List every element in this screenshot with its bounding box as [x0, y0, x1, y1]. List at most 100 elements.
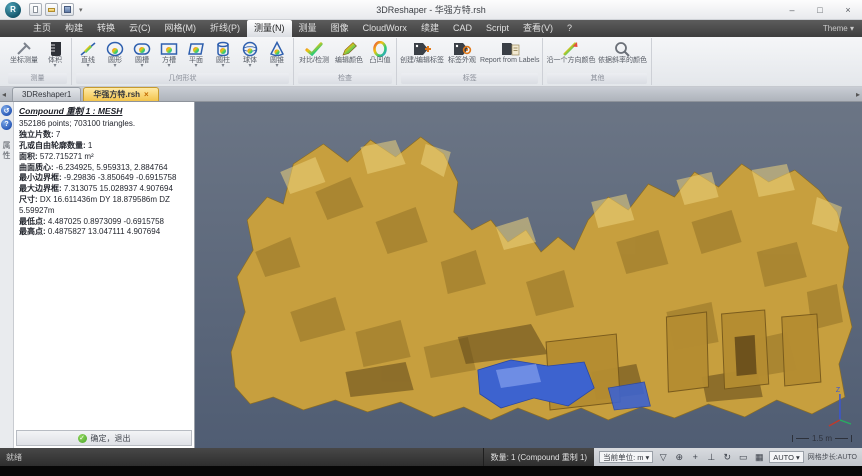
magnifier-icon [613, 40, 631, 57]
chevron-down-icon[interactable]: ▾ [275, 64, 278, 69]
select-rect-icon[interactable]: ▭ [737, 452, 749, 463]
tab-help[interactable]: ? [560, 20, 579, 37]
minimize-button[interactable]: – [778, 0, 806, 19]
chevron-down-icon[interactable]: ▾ [113, 64, 116, 69]
create-edit-label-button[interactable]: 创建/编辑标签 [400, 38, 444, 64]
tab-script[interactable]: Script [479, 20, 516, 37]
bottom-edge [0, 466, 862, 476]
prop-bbox-min: 最小边界框: -9.29836 -3.850649 -0.6915758 [19, 173, 189, 184]
chevron-down-icon: ▾ [646, 453, 650, 462]
tab-mesh[interactable]: 网格(M) [158, 20, 204, 37]
coordinate-measure-button[interactable]: 坐标测量 [7, 38, 41, 64]
tab-polyline[interactable]: 折线(P) [203, 20, 247, 37]
ribbon: 坐标测量 体积 ▾ 测量 [0, 37, 862, 87]
ribbon-tab-bar: 主页 构建 转换 云(C) 网格(M) 折线(P) 测量(N) 测量 图像 Cl… [0, 20, 862, 37]
qat-dropdown-icon[interactable]: ▾ [79, 6, 83, 14]
prop-free-contours: 孔或自由轮廓数量: 1 [19, 141, 189, 152]
doc-tab-active[interactable]: 华强方特.rsh × [83, 87, 158, 101]
doc-tabs-scroll-right-icon[interactable]: ▸ [856, 90, 860, 99]
tab-measure-active[interactable]: 测量(N) [247, 20, 292, 37]
doc-tabs-scroll-left-icon[interactable]: ◂ [2, 90, 6, 99]
app-logo-icon: R [5, 2, 21, 18]
axis-icon[interactable]: ⊥ [705, 452, 717, 463]
chevron-down-icon[interactable]: ▾ [167, 64, 170, 69]
confirm-exit-button[interactable]: ✓ 确定，退出 [16, 430, 192, 446]
chevron-down-icon[interactable]: ▾ [248, 64, 251, 69]
maximize-button[interactable]: □ [806, 0, 834, 19]
viewport-3d-model[interactable]: Z [195, 102, 862, 448]
plane-tool-button[interactable]: 平面 ▾ [183, 38, 209, 69]
line-tool-button[interactable]: 直线 ▾ [75, 38, 101, 69]
tab-home[interactable]: 主页 [26, 20, 58, 37]
title-bar: R ▾ 3DReshaper - 华强方特.rsh – □ × [0, 0, 862, 20]
confirm-exit-label: 确定，退出 [91, 433, 131, 444]
new-file-icon[interactable] [29, 3, 42, 16]
color-along-direction-button[interactable]: 沿一个方向颜色 [546, 38, 595, 64]
grid-icon[interactable]: ▦ [753, 452, 765, 463]
ribbon-group-labels: 创建/编辑标签 标签外观 [397, 38, 543, 85]
checkmark-icon [305, 40, 323, 57]
circular-slot-tool-button[interactable]: 圆槽 ▾ [129, 38, 155, 69]
units-dropdown[interactable]: 当前单位: m ▾ [599, 451, 653, 463]
group-title-other: 其他 [547, 73, 647, 84]
close-tab-icon[interactable]: × [144, 88, 149, 101]
color-by-slope-button[interactable]: 依据斜率的颜色 [596, 38, 648, 64]
sphere-tool-button[interactable]: 球体 ▾ [237, 38, 263, 69]
theme-selector[interactable]: Theme ▾ [823, 20, 854, 37]
chevron-down-icon[interactable]: ▾ [221, 64, 224, 69]
chevron-down-icon[interactable]: ▾ [140, 64, 143, 69]
label-appearance-button[interactable]: 标签外观 [445, 38, 479, 64]
tab-image[interactable]: 图像 [324, 20, 356, 37]
volume-beaker-icon [48, 40, 62, 57]
save-file-icon[interactable] [61, 3, 74, 16]
scale-bar: 1.5 m [792, 434, 852, 443]
chevron-down-icon[interactable]: ▾ [53, 64, 56, 69]
viewport-3d[interactable]: Z 1.5 m [195, 102, 862, 448]
properties-vertical-tab[interactable]: 属性 [1, 141, 12, 161]
edit-colors-button[interactable]: 编辑颜色 [332, 38, 366, 64]
auto-dropdown[interactable]: AUTO ▾ [769, 451, 803, 463]
status-tools: 当前单位: m ▾ ▽ ⊕ + ⊥ ↻ ▭ ▦ AUTO ▾ 网格步长:AUTO [594, 448, 862, 466]
probe-hammer-icon [15, 40, 33, 57]
tool-label: 对比/检测 [299, 57, 329, 64]
group-title-inspect: 检查 [298, 73, 392, 84]
doc-tab-untitled[interactable]: 3DReshaper1 [12, 87, 81, 101]
zoom-icon[interactable]: ⊕ [673, 452, 685, 463]
back-nav-icon[interactable]: ↺ [1, 105, 12, 116]
tab-transform[interactable]: 转换 [90, 20, 122, 37]
pan-icon[interactable]: + [689, 452, 701, 462]
cone-tool-button[interactable]: 圆锥 ▾ [264, 38, 290, 69]
prop-dimensions: 尺寸: DX 16.611436m DY 18.879586m DZ 5.599… [19, 195, 189, 217]
tag-gear-icon [452, 40, 472, 57]
group-title-labels: 标签 [401, 73, 538, 84]
axis-z-label: Z [836, 387, 841, 394]
compare-inspect-button[interactable]: 对比/检测 [297, 38, 331, 64]
tab-cloudworx[interactable]: CloudWorx [356, 20, 414, 37]
chevron-down-icon[interactable]: ▾ [86, 64, 89, 69]
sphere-icon [241, 40, 259, 57]
help-icon[interactable]: ? [1, 119, 12, 130]
mesh-doorway [735, 335, 757, 376]
scale-line [796, 438, 809, 439]
open-file-icon[interactable] [45, 3, 58, 16]
tab-construct[interactable]: 构建 [58, 20, 90, 37]
green-check-icon: ✓ [78, 434, 87, 443]
cylinder-tool-button[interactable]: 圆柱 ▾ [210, 38, 236, 69]
tab-cloud[interactable]: 云(C) [122, 20, 158, 37]
tab-survey[interactable]: 测量 [292, 20, 324, 37]
rotate-icon[interactable]: ↻ [721, 452, 733, 463]
report-from-labels-button[interactable]: Report from Labels [480, 38, 540, 64]
rect-slot-tool-button[interactable]: 方槽 ▾ [156, 38, 182, 69]
tab-view[interactable]: 查看(V) [516, 20, 560, 37]
filter-icon[interactable]: ▽ [657, 452, 669, 463]
prop-independent-pieces: 独立片数: 7 [19, 130, 189, 141]
tab-extra[interactable]: 续建 [414, 20, 446, 37]
volume-button[interactable]: 体积 ▾ [42, 38, 68, 69]
close-button[interactable]: × [834, 0, 862, 19]
undulation-button[interactable]: 凸凹值 [367, 38, 393, 64]
circle-tool-button[interactable]: 圆形 ▾ [102, 38, 128, 69]
tag-plus-icon [412, 40, 432, 57]
chevron-down-icon[interactable]: ▾ [194, 64, 197, 69]
prop-area: 面积: 572.715271 m² [19, 152, 189, 163]
tab-cad[interactable]: CAD [446, 20, 479, 37]
